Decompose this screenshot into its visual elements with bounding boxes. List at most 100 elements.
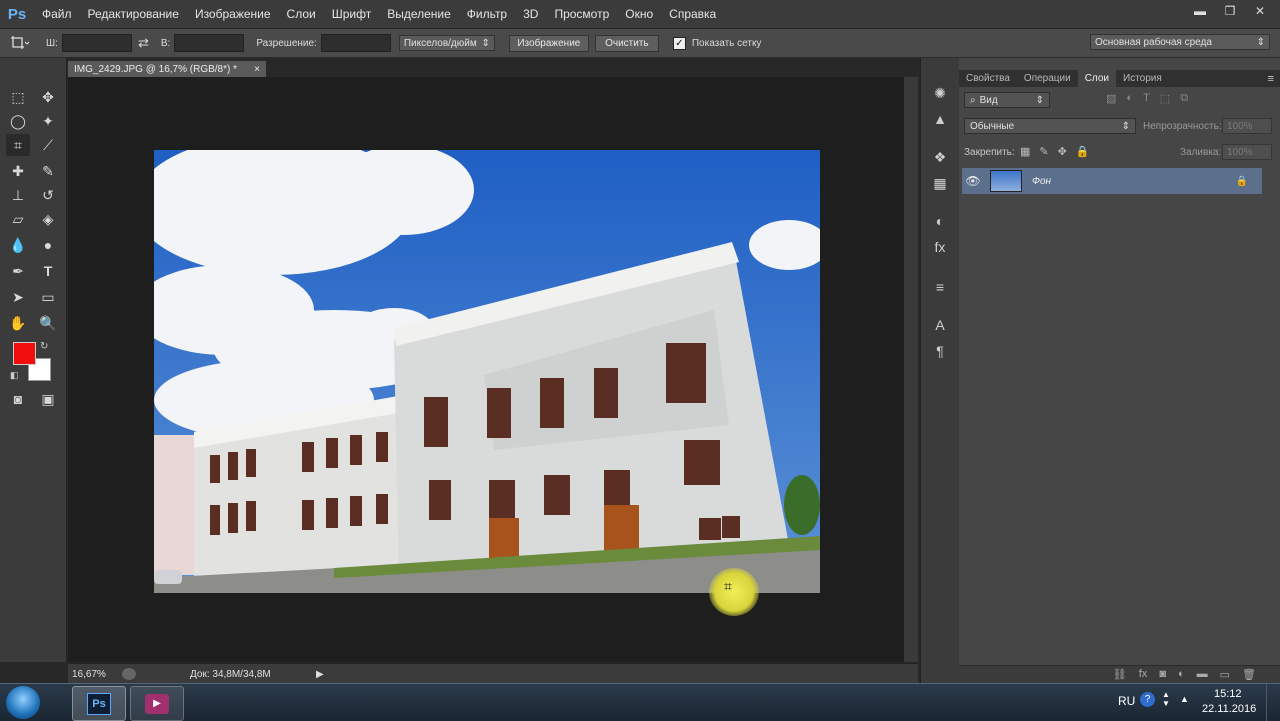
height-field[interactable] [174, 34, 245, 52]
pen-tool-icon[interactable]: ✒ [6, 260, 30, 282]
quick-mask-icon[interactable]: ◙ [6, 388, 30, 410]
units-select[interactable]: Пикселов/дюйм ⇕ [398, 35, 495, 51]
restore-button[interactable]: ❐ [1216, 2, 1244, 20]
histogram-icon[interactable]: ▲ [929, 108, 951, 130]
recorder-taskbar-button[interactable]: ▶ [130, 686, 184, 721]
dodge-tool-icon[interactable]: ● [36, 234, 60, 256]
rectangle-tool-icon[interactable]: ▭ [36, 286, 60, 308]
status-icon[interactable] [122, 668, 136, 680]
tray-arrows-icon[interactable]: ▲ ▼ [1162, 690, 1170, 708]
lock-pixels-icon[interactable]: ✎ [1039, 145, 1048, 158]
filter-kind-select[interactable]: ⌕ Вид ⇕ [964, 92, 1050, 108]
zoom-level[interactable]: 16,67% [68, 669, 122, 680]
crop-tool-icon[interactable]: ⌗ [6, 134, 30, 156]
layer-row[interactable]: 👁 Фон 🔒 [962, 168, 1262, 194]
swap-dimensions-icon[interactable]: ⇄ [138, 35, 149, 51]
brush-preset-icon[interactable]: ❖ [929, 146, 951, 168]
history-brush-tool-icon[interactable]: ↺ [36, 184, 60, 206]
filter-smart-object-icon[interactable]: ⧉ [1180, 92, 1188, 105]
new-layer-icon[interactable]: ▭ [1220, 668, 1230, 681]
photoshop-taskbar-button[interactable]: Ps [72, 686, 126, 721]
menu-3d[interactable]: 3D [515, 7, 546, 21]
status-menu-arrow-icon[interactable]: ▶ [316, 669, 324, 680]
adjustments-icon[interactable]: ◐ [929, 210, 951, 232]
vertical-scrollbar[interactable] [904, 77, 918, 662]
menu-layers[interactable]: Слои [279, 7, 324, 21]
delete-layer-icon[interactable]: 🗑 [1242, 668, 1256, 681]
filter-type-icon[interactable]: T [1143, 92, 1150, 105]
marquee-tool-icon[interactable]: ⬚ [6, 86, 30, 108]
width-field[interactable] [61, 34, 132, 52]
workspace-select[interactable]: Основная рабочая среда ⇕ [1090, 34, 1270, 50]
menu-select[interactable]: Выделение [379, 7, 459, 21]
new-group-icon[interactable]: ▬ [1197, 668, 1208, 681]
navigator-icon[interactable]: ✺ [929, 82, 951, 104]
menu-window[interactable]: Окно [617, 7, 661, 21]
lasso-tool-icon[interactable]: ◯ [6, 110, 30, 132]
layer-name[interactable]: Фон [1032, 176, 1051, 187]
document-tab[interactable]: IMG_2429.JPG @ 16,7% (RGB/8*) * × [68, 61, 266, 77]
show-hidden-icons[interactable]: ▲ [1180, 694, 1189, 704]
language-indicator[interactable]: RU [1118, 694, 1135, 708]
swap-colors-icon[interactable]: ↻ [40, 341, 48, 352]
close-button[interactable]: ✕ [1246, 2, 1274, 20]
layer-style-icon[interactable]: fx [1139, 668, 1148, 681]
move-tool-icon[interactable]: ✥ [36, 86, 60, 108]
blur-tool-icon[interactable]: 💧 [6, 234, 30, 256]
paths-icon[interactable]: ≡ [929, 276, 951, 298]
swatches-icon[interactable]: ▦ [929, 172, 951, 194]
tab-actions[interactable]: Операции [1017, 70, 1078, 87]
adjustment-layer-icon[interactable]: ◐ [1178, 668, 1185, 681]
menu-image[interactable]: Изображение [187, 7, 279, 21]
menu-type[interactable]: Шрифт [324, 7, 379, 21]
front-image-button[interactable]: Изображение [508, 34, 589, 52]
close-document-icon[interactable]: × [254, 64, 260, 75]
screen-mode-icon[interactable]: ▣ [36, 388, 60, 410]
opacity-field[interactable]: 100% [1222, 118, 1272, 134]
layer-mask-icon[interactable]: ◙ [1159, 668, 1166, 681]
start-button[interactable] [6, 686, 40, 719]
menu-help[interactable]: Справка [661, 7, 724, 21]
clock-date[interactable]: 22.11.2016 [1202, 703, 1256, 715]
menu-filter[interactable]: Фильтр [459, 7, 515, 21]
menu-edit[interactable]: Редактирование [80, 7, 187, 21]
menu-view[interactable]: Просмотр [546, 7, 617, 21]
type-tool-icon[interactable]: T [36, 260, 60, 282]
link-layers-icon[interactable]: ⛓ [1113, 668, 1127, 681]
eyedropper-tool-icon[interactable]: ⟋ [36, 134, 60, 156]
paragraph-icon[interactable]: ¶ [929, 340, 951, 362]
brush-tool-icon[interactable]: ✎ [36, 160, 60, 182]
show-desktop-button[interactable] [1266, 684, 1280, 721]
minimize-button[interactable]: ▬ [1186, 2, 1214, 20]
styles-icon[interactable]: fx [929, 236, 951, 258]
lock-all-icon[interactable]: 🔒 [1076, 145, 1090, 158]
filter-pixel-icon[interactable]: ▨ [1106, 92, 1116, 105]
show-grid-checkbox[interactable]: ✓ [672, 36, 686, 50]
magic-wand-tool-icon[interactable]: ✦ [36, 110, 60, 132]
foreground-color-swatch[interactable] [13, 342, 36, 365]
fill-field[interactable]: 100% [1222, 144, 1272, 160]
panel-menu-icon[interactable]: ≡ [1268, 73, 1274, 85]
tab-properties[interactable]: Свойства [959, 70, 1017, 87]
clone-stamp-tool-icon[interactable]: ⊥ [6, 184, 30, 206]
lock-position-icon[interactable]: ✥ [1058, 145, 1067, 158]
document-image[interactable] [154, 150, 820, 593]
filter-adjustment-icon[interactable]: ◐ [1126, 92, 1133, 105]
clock-time[interactable]: 15:12 [1214, 688, 1242, 700]
healing-brush-tool-icon[interactable]: ✚ [6, 160, 30, 182]
character-icon[interactable]: A [929, 314, 951, 336]
filter-shape-icon[interactable]: ⬚ [1160, 92, 1170, 105]
eraser-tool-icon[interactable]: ▱ [6, 208, 30, 230]
path-selection-tool-icon[interactable]: ➤ [6, 286, 30, 308]
clear-button[interactable]: Очистить [594, 34, 659, 52]
paint-bucket-tool-icon[interactable]: ◈ [36, 208, 60, 230]
resolution-field[interactable] [320, 34, 391, 52]
menu-file[interactable]: Файл [34, 7, 80, 21]
blend-mode-select[interactable]: Обычные ⇕ [964, 118, 1136, 134]
zoom-tool-icon[interactable]: 🔍 [36, 312, 60, 334]
help-icon[interactable]: ? [1140, 692, 1155, 707]
tab-layers[interactable]: Слои [1077, 70, 1117, 87]
crop-tool-preset-icon[interactable] [0, 35, 40, 51]
visibility-eye-icon[interactable]: 👁 [962, 174, 984, 188]
lock-transparency-icon[interactable]: ▦ [1020, 145, 1030, 158]
